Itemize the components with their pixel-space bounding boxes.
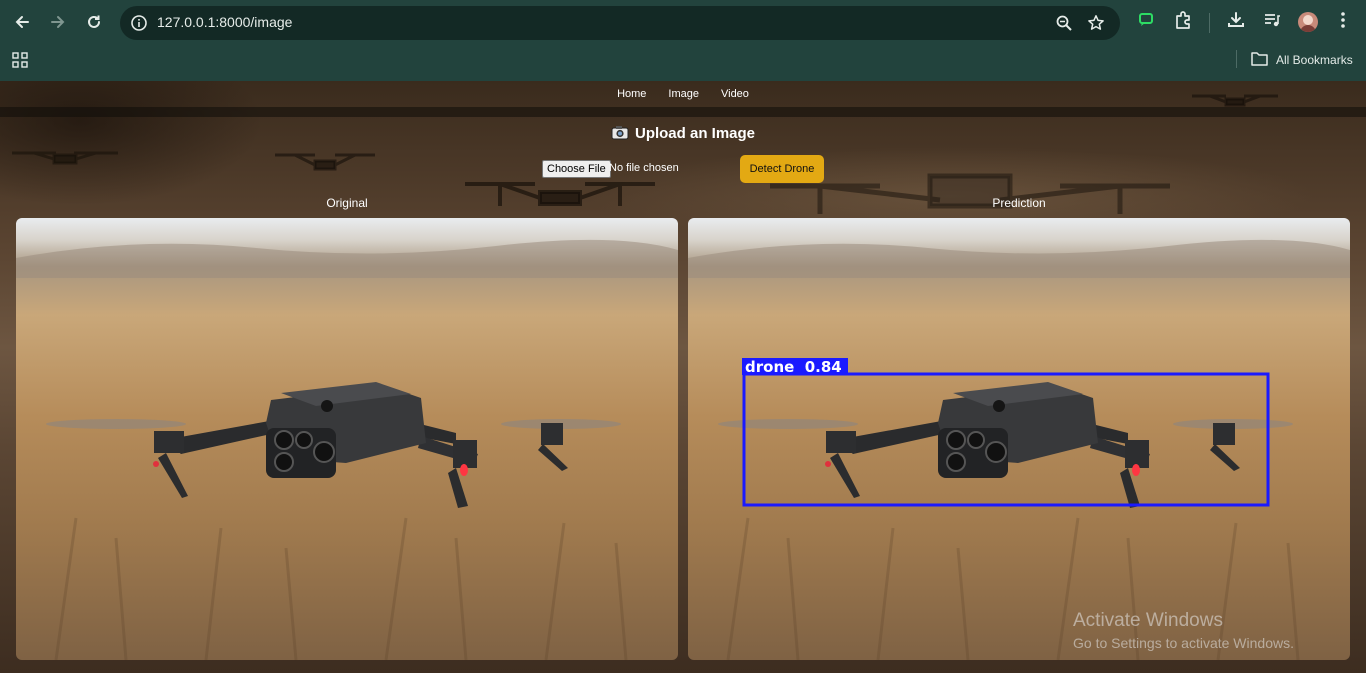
chat-icon[interactable] (1137, 10, 1155, 33)
address-bar[interactable]: 127.0.0.1:8000/image (120, 6, 1120, 40)
web-page: Home Image Video Upload an Image Choose … (0, 81, 1366, 673)
reload-icon[interactable] (80, 8, 108, 36)
top-nav: Home Image Video (0, 81, 1366, 107)
apps-grid-icon[interactable] (12, 52, 28, 73)
avatar[interactable] (1298, 12, 1318, 32)
nav-link-home[interactable]: Home (617, 88, 646, 100)
detection-label: drone 0.84 (745, 358, 842, 376)
download-icon[interactable] (1226, 10, 1246, 35)
nav-link-image[interactable]: Image (668, 88, 699, 100)
back-arrow-icon[interactable] (8, 8, 36, 36)
bookmarks-divider (1236, 50, 1237, 68)
upload-title-text: Upload an Image (634, 125, 756, 142)
original-image (16, 218, 678, 660)
watermark-subtitle: Go to Settings to activate Windows. (1073, 635, 1294, 651)
all-bookmarks-button[interactable]: All Bookmarks (1251, 51, 1353, 69)
detect-drone-button[interactable]: Detect Drone (740, 155, 824, 183)
nav-link-video[interactable]: Video (721, 88, 749, 100)
site-info-icon[interactable] (130, 14, 148, 37)
navbar-band (0, 107, 1366, 117)
forward-arrow-icon[interactable] (44, 8, 72, 36)
zoom-icon[interactable] (1055, 14, 1073, 37)
prediction-image: drone 0.84 (688, 218, 1350, 660)
camera-icon (611, 125, 629, 144)
choose-file-button[interactable]: Choose File (542, 160, 611, 178)
watermark-title: Activate Windows (1073, 610, 1223, 631)
more-menu-icon[interactable] (1335, 10, 1351, 35)
star-icon[interactable] (1087, 14, 1105, 37)
prediction-label: Prediction (992, 196, 1046, 210)
folder-icon (1251, 51, 1268, 69)
browser-chrome: 127.0.0.1:8000/image All Bookmarks (0, 0, 1366, 81)
file-status-text: No file chosen (609, 162, 679, 174)
background-drone-silhouette (275, 153, 375, 171)
upload-heading: Upload an Image (0, 125, 1366, 144)
toolbar-divider (1209, 13, 1210, 33)
extensions-icon[interactable] (1173, 10, 1193, 35)
url-text[interactable]: 127.0.0.1:8000/image (157, 14, 292, 30)
background-drone-silhouette (12, 151, 118, 165)
windows-activation-watermark: Activate Windows Go to Settings to activ… (1073, 610, 1294, 651)
reading-list-icon[interactable] (1262, 10, 1282, 35)
all-bookmarks-label: All Bookmarks (1276, 53, 1353, 67)
original-label: Original (326, 196, 368, 210)
